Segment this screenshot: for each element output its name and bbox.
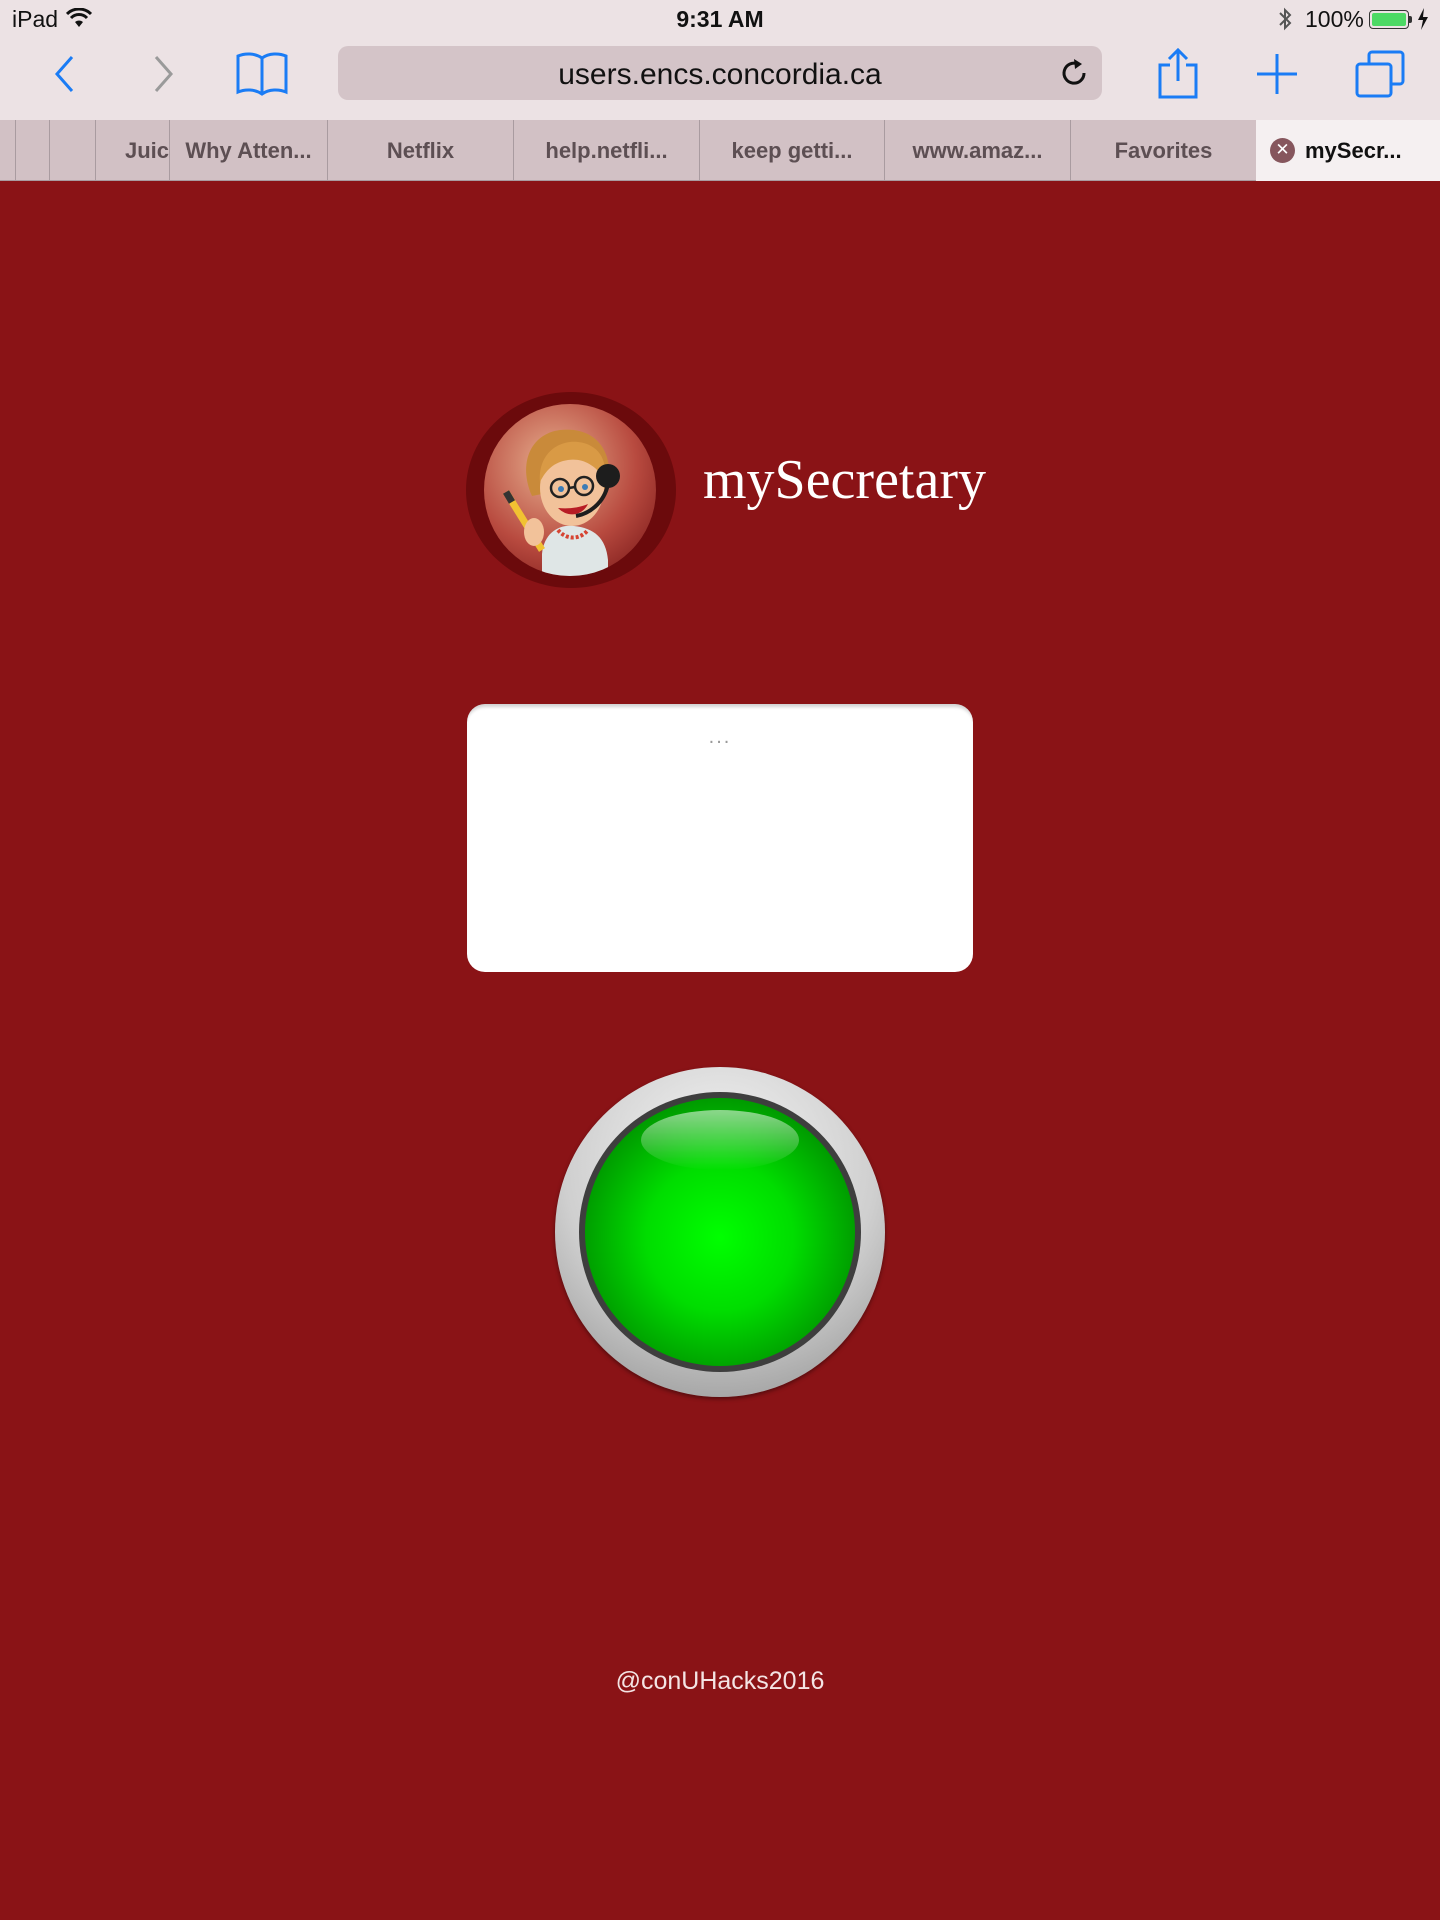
back-button[interactable] <box>40 38 90 110</box>
tab-keep-getting[interactable]: keep getti... <box>699 120 884 181</box>
tab-label: help.netfli... <box>545 137 668 163</box>
address-bar[interactable]: users.encs.concordia.ca <box>338 46 1102 100</box>
message-placeholder: ... <box>708 726 732 748</box>
new-tab-icon <box>1257 54 1297 94</box>
tab-why-attention[interactable]: Why Atten... <box>169 120 327 181</box>
charging-icon <box>1417 7 1429 36</box>
browser-toolbar: users.encs.concordia.ca <box>0 38 1440 120</box>
url-text: users.encs.concordia.ca <box>558 58 882 91</box>
battery-tip <box>1409 16 1412 23</box>
bookmarks-icon <box>236 52 288 96</box>
tab-label: Favorites <box>1114 137 1213 163</box>
wifi-icon <box>65 7 93 33</box>
forward-button[interactable] <box>138 38 188 110</box>
reload-icon[interactable] <box>1058 57 1090 94</box>
record-button-rim <box>579 1092 861 1372</box>
footer-credit: @conUHacks2016 <box>615 1667 825 1695</box>
battery-icon <box>1369 10 1409 29</box>
close-tab-icon[interactable]: ✕ <box>1270 138 1295 163</box>
tab-label: Why Atten... <box>185 137 312 163</box>
message-output-box: ... <box>467 704 973 972</box>
tab-strip: Juic Why Atten... Netflix help.netfli...… <box>0 120 1440 181</box>
tab-netflix[interactable]: Netflix <box>327 120 513 181</box>
tab-mysecretary[interactable]: ✕ mySecr... <box>1256 120 1440 181</box>
new-tab-button[interactable] <box>1252 38 1302 110</box>
tab-label: mySecr... <box>1305 137 1402 163</box>
back-icon <box>54 56 74 92</box>
tabs-button[interactable] <box>1352 38 1408 110</box>
bookmarks-button[interactable] <box>232 38 292 110</box>
share-icon <box>1158 48 1198 99</box>
secretary-avatar-icon <box>484 404 656 576</box>
tab-amazon[interactable]: www.amaz... <box>884 120 1070 181</box>
green-button-icon <box>585 1098 855 1366</box>
button-gloss <box>641 1110 799 1170</box>
tab-favorites[interactable]: Favorites <box>1070 120 1256 181</box>
app-logo <box>466 392 676 588</box>
tab-juic[interactable]: Juic <box>95 120 169 181</box>
record-button[interactable] <box>555 1067 885 1397</box>
status-time: 9:31 AM <box>676 6 764 32</box>
share-button[interactable] <box>1150 38 1206 110</box>
tab-stacked-1[interactable] <box>15 120 49 181</box>
battery-percent: 100% <box>1305 6 1364 32</box>
bluetooth-icon <box>1276 7 1294 36</box>
forward-icon <box>154 56 174 92</box>
tab-label: keep getti... <box>731 137 853 163</box>
device-name: iPad <box>12 6 59 32</box>
status-bar: iPad 9:31 AM 100% <box>0 0 1440 38</box>
app-title: mySecretary <box>703 449 986 511</box>
tab-help-netflix[interactable]: help.netfli... <box>513 120 699 181</box>
tab-stacked-2[interactable] <box>49 120 95 181</box>
tab-label: www.amaz... <box>912 137 1043 163</box>
tabs-icon <box>1355 50 1405 98</box>
tab-label: Netflix <box>386 137 455 163</box>
tab-label: Juic <box>124 137 169 163</box>
